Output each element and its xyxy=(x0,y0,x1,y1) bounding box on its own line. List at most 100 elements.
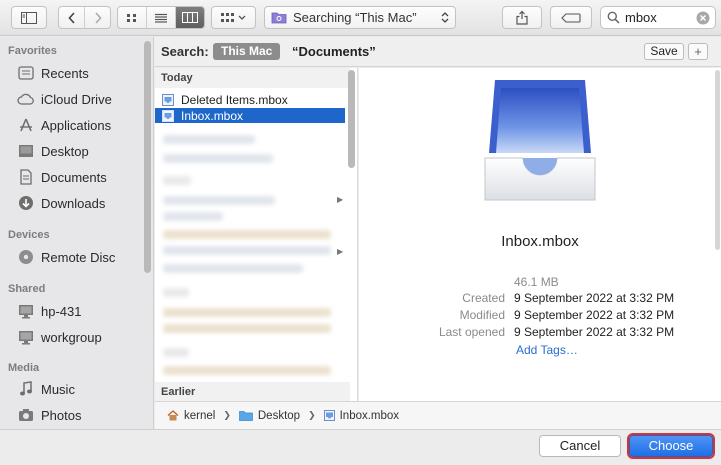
folder-icon xyxy=(239,410,253,421)
path-label: Desktop xyxy=(257,409,301,422)
column-view-button[interactable] xyxy=(174,7,204,28)
tags-button[interactable] xyxy=(550,6,592,29)
add-criteria-button[interactable]: + xyxy=(688,43,708,60)
sidebar-item-label: hp-431 xyxy=(41,303,82,319)
preview-scrollbar[interactable] xyxy=(715,70,720,250)
file-list-scrollbar[interactable] xyxy=(348,70,355,168)
list-icon xyxy=(154,13,168,23)
chevron-right-icon xyxy=(94,11,102,24)
sidebar-item-label: workgroup xyxy=(41,329,102,345)
monitor-icon xyxy=(16,304,36,319)
scope-documents[interactable]: “Documents” xyxy=(292,44,376,59)
back-button[interactable] xyxy=(59,7,84,28)
columns-icon xyxy=(181,12,198,23)
sidebar-item-desktop[interactable]: Desktop xyxy=(16,140,89,162)
sidebar-item-label: Desktop xyxy=(41,143,89,159)
path-label: Inbox.mbox xyxy=(339,409,400,422)
choose-button[interactable]: Choose xyxy=(627,433,715,459)
path-label: kernel xyxy=(184,409,216,422)
grid-icon xyxy=(126,13,138,23)
search-scope-label: Search: xyxy=(161,44,209,59)
share-button[interactable] xyxy=(502,6,542,29)
sidebar-item-documents[interactable]: Documents xyxy=(16,166,107,188)
sidebar-item-remote-disc[interactable]: Remote Disc xyxy=(16,246,115,268)
preview-pane: Inbox.mbox 46.1 MB Created 9 September 2… xyxy=(359,68,721,401)
last-opened-label: Last opened xyxy=(438,325,505,339)
mbox-file-icon xyxy=(162,93,174,106)
dialog-button-bar: Cancel Choose xyxy=(0,429,721,465)
chevron-left-icon xyxy=(68,11,76,24)
path-item-inbox[interactable]: Inbox.mbox xyxy=(323,409,400,422)
cloud-icon xyxy=(16,93,36,105)
redacted-row xyxy=(163,308,331,317)
path-separator-icon: ❯ xyxy=(308,410,316,420)
mbox-file-icon xyxy=(323,410,335,421)
sidebar-item-icloud-drive[interactable]: iCloud Drive xyxy=(16,88,112,110)
share-icon xyxy=(516,10,528,25)
created-label: Created xyxy=(462,291,505,305)
redacted-row xyxy=(163,212,223,221)
redacted-row xyxy=(163,264,303,273)
path-bar: kernel ❯ Desktop ❯ Inbox.mbox xyxy=(155,401,721,429)
toolbar: Searching “This Mac” xyxy=(0,0,721,36)
file-row-inbox[interactable]: Inbox.mbox xyxy=(155,108,345,123)
sidebar-item-photos[interactable]: Photos xyxy=(16,404,81,426)
sidebar-item-label: Recents xyxy=(41,65,89,81)
forward-button[interactable] xyxy=(84,7,110,28)
file-list: Today Deleted Items.mbox Inbox.mbox ▶ ▶ … xyxy=(155,68,358,401)
sidebar-item-music[interactable]: Music xyxy=(16,378,75,400)
search-scope-bar: Search: This Mac “Documents” Save + xyxy=(155,37,721,67)
sidebar-item-hp-431[interactable]: hp-431 xyxy=(16,300,81,322)
created-value: 9 September 2022 at 3:32 PM xyxy=(514,291,675,305)
sidebar-item-label: iCloud Drive xyxy=(41,91,112,107)
redacted-row xyxy=(163,154,273,163)
file-row-deleted-items[interactable]: Deleted Items.mbox xyxy=(155,92,345,107)
sidebar-section-shared: Shared xyxy=(8,283,46,295)
last-opened-value: 9 September 2022 at 3:32 PM xyxy=(514,325,675,339)
preview-file-size: 46.1 MB xyxy=(514,275,559,289)
add-tags-link[interactable]: Add Tags… xyxy=(516,343,578,357)
redacted-row xyxy=(163,135,255,144)
network-icon xyxy=(16,330,36,345)
sidebar-item-recents[interactable]: Recents xyxy=(16,62,89,84)
sidebar-scrollbar[interactable] xyxy=(144,41,151,273)
sidebar: Favorites Recents iCloud Drive Applicati… xyxy=(0,37,154,429)
sidebar-item-workgroup[interactable]: workgroup xyxy=(16,326,102,348)
save-search-button[interactable]: Save xyxy=(644,43,684,60)
redacted-row xyxy=(163,230,331,239)
sidebar-toggle-button[interactable] xyxy=(11,6,47,29)
tag-icon xyxy=(561,12,581,23)
search-input[interactable] xyxy=(625,10,689,25)
path-item-desktop[interactable]: Desktop xyxy=(239,410,300,422)
desktop-icon xyxy=(16,144,36,158)
redacted-row xyxy=(163,176,191,185)
sidebar-section-favorites: Favorites xyxy=(8,45,57,57)
sidebar-icon xyxy=(21,11,37,24)
scope-this-mac[interactable]: This Mac xyxy=(213,43,281,60)
location-label: Searching “This Mac” xyxy=(293,10,417,25)
cancel-button[interactable]: Cancel xyxy=(539,435,621,457)
path-item-kernel[interactable]: kernel xyxy=(167,410,215,422)
redacted-row xyxy=(163,348,189,357)
sidebar-item-label: Downloads xyxy=(41,195,106,211)
music-note-icon xyxy=(16,381,36,397)
redacted-row xyxy=(163,324,331,333)
sidebar-item-downloads[interactable]: Downloads xyxy=(16,192,105,214)
modified-value: 9 September 2022 at 3:32 PM xyxy=(514,308,675,322)
group-by-button[interactable] xyxy=(211,6,256,29)
search-field[interactable] xyxy=(600,6,716,29)
disc-icon xyxy=(16,249,36,265)
sidebar-item-applications[interactable]: Applications xyxy=(16,114,111,136)
file-name: Deleted Items.mbox xyxy=(181,92,288,107)
icon-view-button[interactable] xyxy=(118,7,146,28)
redacted-row xyxy=(163,196,275,205)
redacted-row xyxy=(163,288,189,297)
clear-search-icon[interactable] xyxy=(696,11,710,25)
sidebar-section-devices: Devices xyxy=(8,229,50,241)
search-icon xyxy=(607,11,620,24)
view-mode-group xyxy=(117,6,205,29)
disclosure-arrow-icon: ▶ xyxy=(337,195,344,204)
download-icon xyxy=(16,195,36,211)
location-popup[interactable]: Searching “This Mac” xyxy=(264,6,456,29)
list-view-button[interactable] xyxy=(146,7,174,28)
